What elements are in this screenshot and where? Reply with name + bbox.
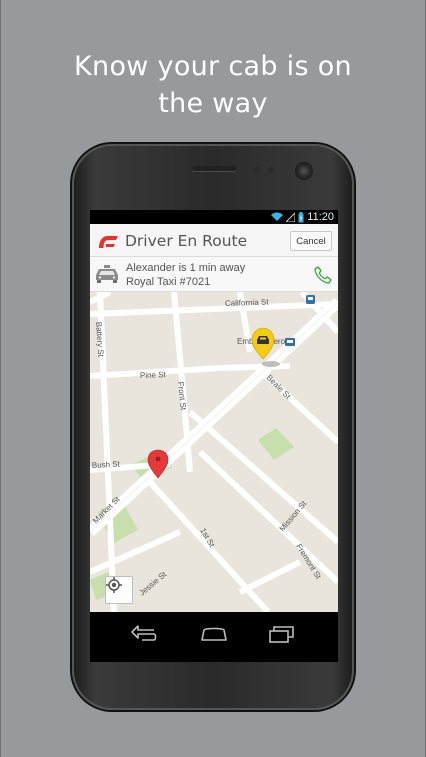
street-label: Bush St <box>92 460 121 470</box>
phone-sensor <box>268 167 274 173</box>
headline-line-2: the way <box>158 88 268 119</box>
app-bar: Driver En Route Cancel <box>90 224 338 257</box>
battery-icon <box>298 211 304 222</box>
page-title: Driver En Route <box>125 232 248 250</box>
status-bar: 11:20 <box>90 210 338 224</box>
transit-icon <box>306 295 315 304</box>
street-label: California St <box>225 297 270 308</box>
headline-line-1: Know your cab is on <box>74 51 352 82</box>
vehicle-text: Royal Taxi #7021 <box>126 276 211 288</box>
phone-sensor <box>254 167 260 173</box>
signal-icon <box>286 212 296 222</box>
back-icon[interactable] <box>130 624 158 644</box>
phone-call-icon[interactable] <box>314 266 332 284</box>
map-canvas: California St Battery St Pine St Front S… <box>90 292 338 612</box>
my-location-icon <box>106 577 122 593</box>
recent-apps-icon[interactable] <box>268 624 296 644</box>
bart-station-icon <box>285 338 295 346</box>
cancel-button[interactable]: Cancel <box>290 231 332 251</box>
street-label: Pine St <box>140 370 167 380</box>
headline: Know your cab is on the way <box>0 48 426 122</box>
taxi-icon <box>96 265 118 283</box>
wifi-icon <box>271 212 284 221</box>
driver-info-bar: Alexander is 1 min away Royal Taxi #7021 <box>90 257 338 292</box>
phone-screen: 11:20 Driver En Route Cancel Alexander i… <box>90 210 338 662</box>
home-icon[interactable] <box>200 624 228 644</box>
phone-earpiece <box>192 166 236 171</box>
app-logo-icon <box>99 236 118 248</box>
driver-eta-text: Alexander is 1 min away <box>126 262 246 274</box>
map-view[interactable]: California St Battery St Pine St Front S… <box>90 292 338 612</box>
status-time: 11:20 <box>307 211 334 223</box>
my-location-button[interactable] <box>105 576 133 604</box>
phone-camera <box>295 162 313 180</box>
phone-device: 11:20 Driver En Route Cancel Alexander i… <box>72 144 354 710</box>
nav-bar <box>90 612 338 662</box>
status-icons: 11:20 <box>271 210 334 224</box>
